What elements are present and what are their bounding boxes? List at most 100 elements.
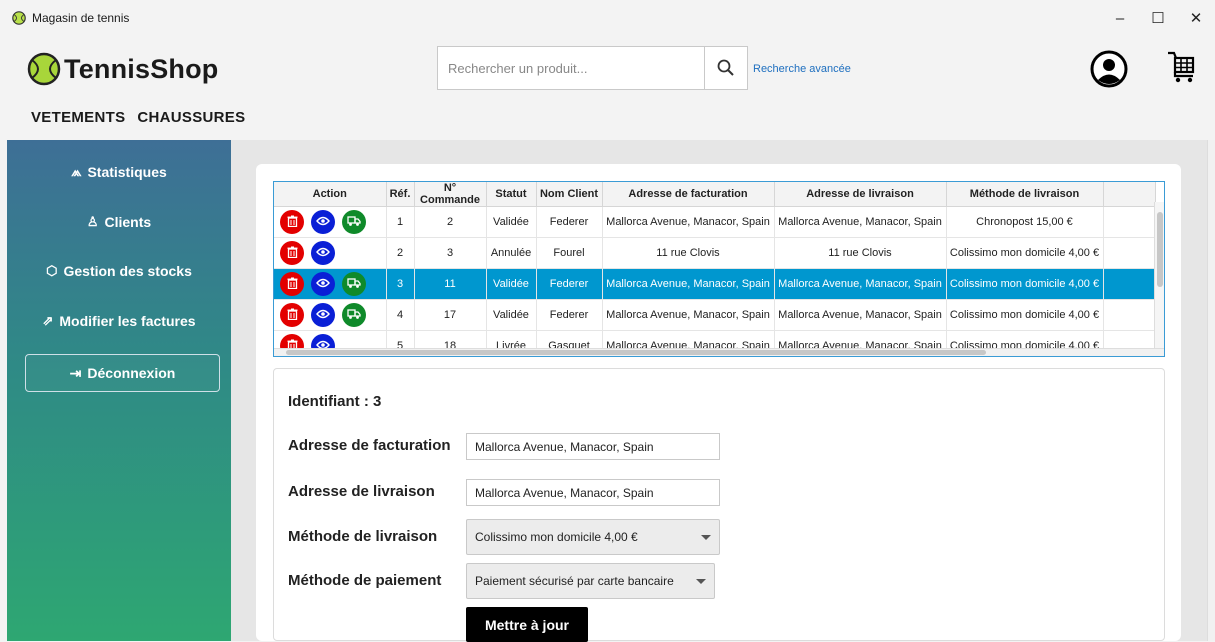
column-header-order-number[interactable]: N° Commande	[414, 182, 487, 207]
maximize-button[interactable]: ☐	[1139, 0, 1177, 36]
billing-address-cell: 11 rue Clovis	[602, 237, 775, 269]
category-nav: VETEMENTS CHAUSSURES	[0, 100, 1215, 134]
search-button[interactable]	[704, 46, 748, 90]
billing-address-label: Adresse de facturation	[288, 437, 451, 454]
view-order-button[interactable]	[311, 303, 335, 327]
advanced-search-link[interactable]: Recherche avancée	[753, 63, 851, 75]
logo[interactable]: TennisShop	[27, 52, 219, 86]
orders-grid: Action Réf. N° Commande Statut Nom Clien…	[274, 182, 1156, 356]
column-header-delivery-method[interactable]: Méthode de livraison	[946, 182, 1104, 207]
truck-icon	[347, 215, 361, 230]
delivery-method-label: Méthode de livraison	[288, 528, 438, 545]
title-bar: Magasin de tennis – ☐ ✕	[0, 0, 1215, 36]
orders-table: Action Réf. N° Commande Statut Nom Clien…	[273, 181, 1165, 357]
column-header-ref[interactable]: Réf.	[386, 182, 415, 207]
delete-order-button[interactable]	[280, 272, 304, 296]
delete-order-button[interactable]	[280, 241, 304, 265]
sidebar-item-modifier-factures[interactable]: ⇗ Modifier les factures	[7, 311, 231, 331]
trash-icon	[287, 246, 298, 261]
table-row[interactable]: 1 2 Validée Federer Mallorca Avenue, Manacor…	[274, 206, 1156, 238]
sidebar-item-gestion-stocks[interactable]: ⬡ Gestion des stocks	[7, 261, 231, 281]
client-name-cell: Fourel	[536, 237, 603, 269]
user-account-icon[interactable]	[1090, 50, 1128, 88]
box-icon: ⬡	[46, 263, 58, 278]
chevron-down-icon	[696, 579, 706, 584]
table-row[interactable]: 4 17 Validée Federer Mallorca Avenue, Manaco…	[274, 299, 1156, 331]
shipping-address-cell: Mallorca Avenue, Manacor, Spain	[774, 299, 947, 331]
logo-text: TennisShop	[64, 53, 219, 84]
view-order-button[interactable]	[311, 241, 335, 265]
shipping-address-cell: Mallorca Avenue, Manacor, Spain	[774, 268, 947, 300]
overflow-cell	[1103, 206, 1156, 238]
nav-vetements[interactable]: VETEMENTS	[31, 109, 125, 126]
sidebar-item-label: Clients	[104, 214, 152, 230]
delivery-method-value: Colissimo mon domicile 4,00 €	[475, 530, 638, 544]
payment-method-select[interactable]: Paiement sécurisé par carte bancaire	[466, 563, 715, 599]
truck-icon	[347, 277, 361, 292]
delivery-method-select[interactable]: Colissimo mon domicile 4,00 €	[466, 519, 720, 555]
billing-address-field[interactable]: Mallorca Avenue, Manacor, Spain	[466, 433, 720, 460]
logout-label: Déconnexion	[87, 365, 176, 381]
trash-icon	[287, 277, 298, 292]
column-header-billing-address[interactable]: Adresse de facturation	[602, 182, 775, 207]
scrollbar-thumb[interactable]	[1157, 212, 1163, 287]
eye-icon	[316, 216, 330, 229]
overflow-cell	[1103, 268, 1156, 300]
minimize-button[interactable]: –	[1101, 0, 1139, 36]
tennis-ball-icon	[27, 52, 61, 86]
column-header-action[interactable]: Action	[274, 182, 387, 207]
billing-address-cell: Mallorca Avenue, Manacor, Spain	[602, 206, 775, 238]
shipping-address-cell: Mallorca Avenue, Manacor, Spain	[774, 206, 947, 238]
delivery-method-cell: Colissimo mon domicile 4,00 €	[946, 268, 1104, 300]
column-header-status[interactable]: Statut	[486, 182, 537, 207]
close-button[interactable]: ✕	[1177, 0, 1215, 36]
update-button[interactable]: Mettre à jour	[466, 607, 588, 642]
table-vertical-scrollbar[interactable]	[1154, 202, 1164, 349]
status-cell: Annulée	[486, 237, 537, 269]
sidebar-item-label: Modifier les factures	[59, 313, 196, 329]
column-header-client[interactable]: Nom Client	[536, 182, 603, 207]
ship-order-button[interactable]	[342, 303, 366, 327]
eye-icon	[316, 278, 330, 291]
chart-icon: ⩕	[71, 164, 82, 179]
delivery-method-cell: Colissimo mon domicile 4,00 €	[946, 237, 1104, 269]
window-title: Magasin de tennis	[32, 11, 130, 25]
trash-icon	[287, 308, 298, 323]
row-actions-cell	[274, 299, 387, 331]
client-name-cell: Federer	[536, 206, 603, 238]
ship-order-button[interactable]	[342, 272, 366, 296]
nav-chaussures[interactable]: CHAUSSURES	[137, 109, 245, 126]
eye-icon	[316, 247, 330, 260]
search-input[interactable]: Rechercher un produit...	[437, 46, 705, 90]
table-row[interactable]: 3 11 Validée Federer Mallorca Avenue, Manaco…	[274, 268, 1156, 300]
delete-order-button[interactable]	[280, 303, 304, 327]
order-number-cell: 11	[414, 268, 487, 300]
ship-order-button[interactable]	[342, 210, 366, 234]
status-cell: Validée	[486, 206, 537, 238]
view-order-button[interactable]	[311, 210, 335, 234]
table-row[interactable]: 2 3 Annulée Fourel 11 rue Clovis 11 rue Clovi…	[274, 237, 1156, 269]
billing-address-cell: Mallorca Avenue, Manacor, Spain	[602, 299, 775, 331]
view-order-button[interactable]	[311, 272, 335, 296]
table-header-row: Action Réf. N° Commande Statut Nom Clien…	[274, 182, 1156, 207]
table-horizontal-scrollbar[interactable]	[274, 348, 1164, 356]
header: TennisShop Rechercher un produit... Rech…	[0, 36, 1215, 100]
cart-icon[interactable]	[1166, 50, 1196, 84]
page-scrollbar[interactable]	[1207, 140, 1215, 641]
sidebar-item-clients[interactable]: ♙ Clients	[7, 212, 231, 232]
status-cell: Validée	[486, 299, 537, 331]
truck-icon	[347, 308, 361, 323]
payment-method-label: Méthode de paiement	[288, 572, 442, 589]
identifier-label: Identifiant : 3	[288, 393, 382, 410]
admin-sidebar: ⩕ Statistiques ♙ Clients ⬡ Gestion des s…	[7, 140, 231, 641]
column-header-shipping-address[interactable]: Adresse de livraison	[774, 182, 947, 207]
delete-order-button[interactable]	[280, 210, 304, 234]
shipping-address-field[interactable]: Mallorca Avenue, Manacor, Spain	[466, 479, 720, 506]
logout-button[interactable]: ⇥ Déconnexion	[25, 354, 220, 392]
ref-cell: 1	[386, 206, 415, 238]
scrollbar-thumb[interactable]	[286, 350, 986, 355]
sidebar-item-statistiques[interactable]: ⩕ Statistiques	[7, 162, 231, 182]
ref-cell: 2	[386, 237, 415, 269]
row-actions-cell	[274, 206, 387, 238]
trash-icon	[287, 215, 298, 230]
